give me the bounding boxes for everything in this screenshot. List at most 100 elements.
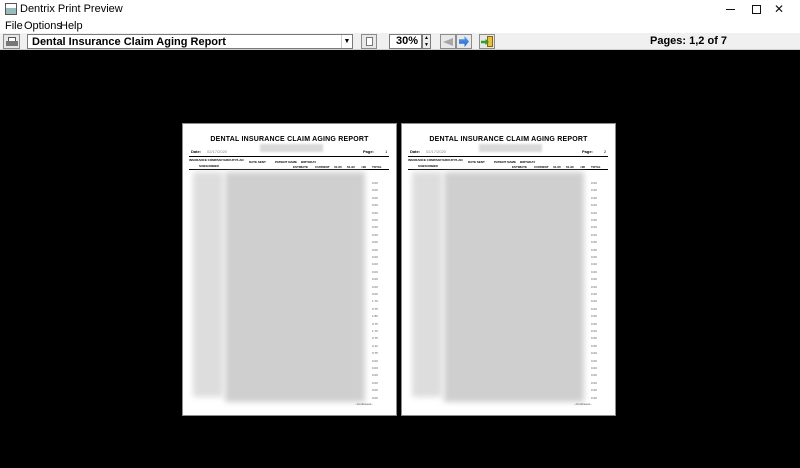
column-estimate: ESTIMATE xyxy=(293,165,308,169)
total-value: 0.00 xyxy=(372,240,378,245)
title-bar: Dentrix Print Preview ✕ xyxy=(0,0,800,19)
total-value: 0.00 xyxy=(372,218,378,222)
redacted-names xyxy=(412,172,442,397)
date-label: Date: xyxy=(410,149,421,154)
total-value: 0.00 xyxy=(591,366,597,370)
total-value: 0.00 xyxy=(372,292,378,296)
zoom-down-icon[interactable]: ▼ xyxy=(423,42,430,48)
total-value: 0.00 xyxy=(591,277,597,282)
total-value: 0.00 xyxy=(591,299,597,304)
total-value: 1.86 xyxy=(372,314,378,319)
previous-page-button[interactable] xyxy=(440,34,456,49)
redacted-claims xyxy=(225,172,365,402)
total-value: 0.00 xyxy=(591,247,597,252)
one-page-view-button[interactable] xyxy=(361,34,377,49)
total-value: 0.00 xyxy=(591,358,597,363)
zoom-field[interactable]: 30% xyxy=(389,34,422,49)
total-value: 0.00 xyxy=(591,232,597,237)
total-value: 0.00 xyxy=(591,262,597,267)
total-value: 0.12 xyxy=(372,343,378,348)
column-61-90: 61-90 xyxy=(347,165,355,169)
total-value: 0.00 xyxy=(372,225,378,230)
printer-preview-icon xyxy=(5,3,17,15)
redacted-header xyxy=(260,144,323,152)
total-value: 0.00 xyxy=(372,395,378,400)
total-value: 0.75 xyxy=(372,336,378,341)
total-value: 0.00 xyxy=(591,188,597,193)
total-value: 1.76 xyxy=(372,329,378,333)
column-31-60: 31-60 xyxy=(553,165,561,169)
total-value: 0.00 xyxy=(591,351,597,356)
zoom-stepper[interactable]: ▲ ▼ xyxy=(422,34,431,49)
total-value: 0.00 xyxy=(372,269,378,274)
column-total: TOTAL xyxy=(591,165,601,169)
total-value: 0.00 xyxy=(372,277,378,282)
total-value: 0.00 xyxy=(372,284,378,289)
total-value: 0.00 xyxy=(591,181,597,185)
redacted-names xyxy=(193,172,223,397)
total-value: 0.00 xyxy=(591,292,597,296)
menu-file[interactable]: File xyxy=(5,20,23,32)
column-date-sent: DATE SENT xyxy=(249,160,266,164)
total-value: 0.00 xyxy=(591,203,597,208)
report-page-1: DENTAL INSURANCE CLAIM AGING REPORT Date… xyxy=(182,123,397,416)
date-value: 02/17/2020 xyxy=(207,149,228,154)
total-value: 0.00 xyxy=(372,181,378,185)
column-subscriber: SUBSCRIBER xyxy=(199,164,219,168)
total-value: 0.00 xyxy=(372,366,378,370)
column-61-90: 61-90 xyxy=(566,165,574,169)
total-value: 0.00 xyxy=(372,373,378,378)
total-value: 0.00 xyxy=(372,188,378,193)
total-value: 0.75 xyxy=(372,351,378,356)
total-value: 0.00 xyxy=(372,210,378,215)
preview-area[interactable]: DENTAL INSURANCE CLAIM AGING REPORT Date… xyxy=(0,51,800,468)
menu-help[interactable]: Help xyxy=(60,20,83,32)
arrow-left-icon xyxy=(443,38,453,46)
total-value: 1.76 xyxy=(372,299,378,304)
page-counter: Pages: 1,2 of 7 xyxy=(650,35,728,47)
window-title: Dentrix Print Preview xyxy=(20,3,123,15)
total-value: 0.00 xyxy=(372,388,378,393)
column-current: CURRENT xyxy=(534,165,549,169)
total-value: 0.00 xyxy=(591,343,597,348)
total-value: 0.00 xyxy=(591,336,597,341)
total-value: 0.00 xyxy=(591,210,597,215)
page-number: 2 xyxy=(604,149,607,154)
column-subscriber: SUBSCRIBER xyxy=(418,164,438,168)
redacted-claims xyxy=(444,172,584,402)
column-date-sent: DATE SENT xyxy=(468,160,485,164)
total-value: 0.00 xyxy=(591,284,597,289)
report-page-2: DENTAL INSURANCE CLAIM AGING REPORT Date… xyxy=(401,123,616,416)
report-select[interactable]: Dental Insurance Claim Aging Report ▼ xyxy=(27,34,353,49)
report-select-value: Dental Insurance Claim Aging Report xyxy=(32,36,226,48)
close-button[interactable]: ✕ xyxy=(758,0,800,19)
total-value: 0.00 xyxy=(591,225,597,230)
total-value: 0.00 xyxy=(372,380,378,385)
column-over-90: >90 xyxy=(361,165,367,169)
menu-options[interactable]: Options xyxy=(24,20,62,32)
column-patient: PATIENT NAME xyxy=(494,160,517,164)
page-number: 1 xyxy=(385,149,388,154)
page-label: Page: xyxy=(582,149,593,154)
column-patient: PATIENT NAME xyxy=(275,160,298,164)
chevron-down-icon[interactable]: ▼ xyxy=(341,35,352,48)
next-page-button[interactable] xyxy=(456,34,472,49)
column-birthday: BIRTHDAY xyxy=(301,160,317,164)
exit-button[interactable] xyxy=(479,34,495,49)
print-button[interactable] xyxy=(3,34,20,49)
total-value: 0.00 xyxy=(372,232,378,237)
column-31-60: 31-60 xyxy=(334,165,342,169)
total-value: 0.00 xyxy=(591,321,597,326)
total-value: 0.00 xyxy=(591,195,597,200)
total-value: 0.00 xyxy=(591,240,597,245)
total-value: 0.00 xyxy=(591,306,597,311)
date-value: 02/17/2020 xyxy=(426,149,447,154)
column-header: INSURANCE COMPANY/GROUP PLAN SUBSCRIBER … xyxy=(189,156,389,170)
column-current: CURRENT xyxy=(315,165,330,169)
zoom-up-icon[interactable]: ▲ xyxy=(423,35,430,41)
total-value: 0.00 xyxy=(372,247,378,252)
total-value: 0.00 xyxy=(372,203,378,208)
report-title: DENTAL INSURANCE CLAIM AGING REPORT xyxy=(210,136,369,143)
column-header: INSURANCE COMPANY/GROUP PLAN SUBSCRIBER … xyxy=(408,156,608,170)
total-value: 0.00 xyxy=(591,380,597,385)
